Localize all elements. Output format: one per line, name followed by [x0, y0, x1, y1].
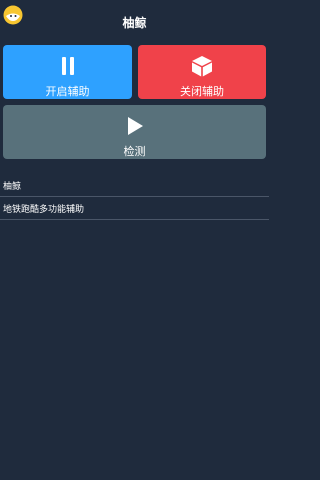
- page-title: 柚鲸: [122, 16, 147, 30]
- list-item[interactable]: 地铁跑酷多功能辅助: [0, 198, 269, 220]
- start-assist-label: 开启辅助: [45, 85, 90, 98]
- start-assist-button[interactable]: 开启辅助: [3, 45, 132, 99]
- info-list: 柚鲸 地铁跑酷多功能辅助: [0, 175, 269, 220]
- check-button[interactable]: 检测: [3, 105, 266, 159]
- check-label: 检测: [123, 145, 146, 158]
- pause-icon: [61, 55, 75, 77]
- play-icon: [126, 115, 144, 137]
- stop-assist-label: 关闭辅助: [180, 85, 224, 98]
- cube-icon: [191, 55, 213, 77]
- app-screen: 柚鲸 开启辅助 关闭辅助 检测 柚鲸 地铁跑酷多功能辅助: [0, 0, 269, 480]
- list-item[interactable]: 柚鲸: [0, 175, 269, 197]
- list-item-label: 柚鲸: [3, 182, 22, 192]
- list-item-label: 地铁跑酷多功能辅助: [3, 205, 85, 215]
- stop-assist-button[interactable]: 关闭辅助: [138, 45, 266, 99]
